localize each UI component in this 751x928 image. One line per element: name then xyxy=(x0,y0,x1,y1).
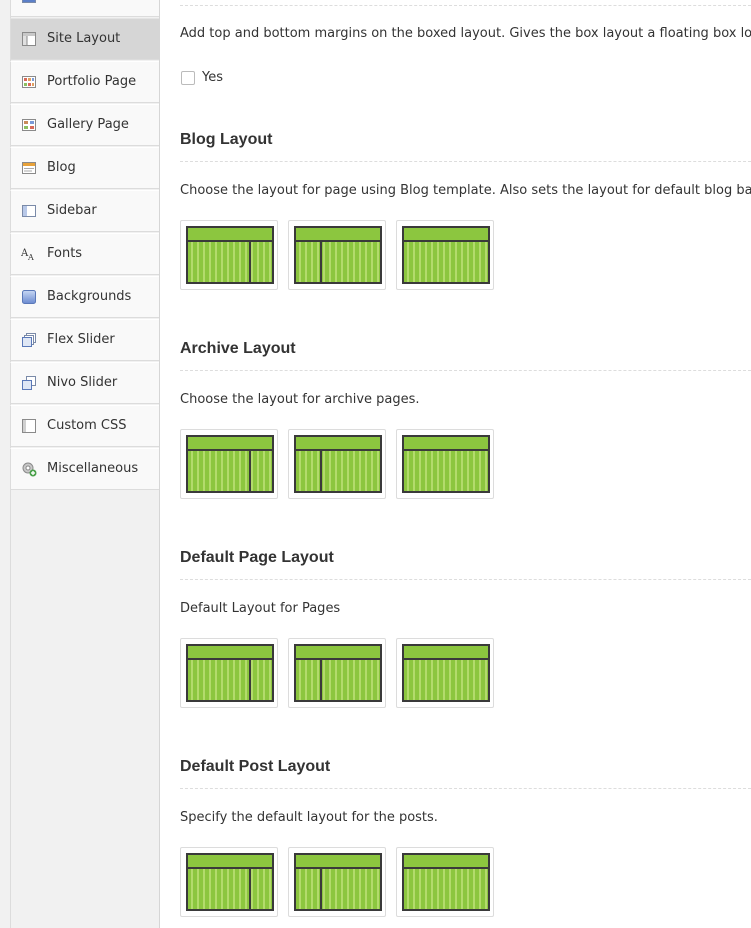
sidebar-item-label: Fonts xyxy=(47,246,83,261)
flex-slider-icon xyxy=(21,332,37,348)
sidebar-icon xyxy=(21,203,37,219)
layout-option-sidebar-left[interactable] xyxy=(288,429,386,499)
backgrounds-icon xyxy=(21,289,37,305)
sidebar-item-label: Nivo Slider xyxy=(47,375,118,390)
sidebar-item-site-layout[interactable]: Site Layout xyxy=(10,18,159,60)
site-layout-icon xyxy=(21,31,37,47)
sidebar-item-label: Flex Slider xyxy=(47,332,115,347)
archive-layout-title: Archive Layout xyxy=(180,340,296,357)
sidebar-item-label: Portfolio Page xyxy=(47,74,137,89)
sidebar-item-blog[interactable]: Blog xyxy=(10,147,159,189)
miscellaneous-icon xyxy=(21,461,37,477)
footer-icon xyxy=(21,0,37,4)
layout-option-full-width[interactable] xyxy=(396,638,494,708)
layout-option-sidebar-left[interactable] xyxy=(288,638,386,708)
divider xyxy=(180,579,751,580)
sidebar-item-gallery-page[interactable]: Gallery Page xyxy=(10,104,159,146)
boxed-margin-description: Add top and bottom margins on the boxed … xyxy=(180,26,751,41)
divider xyxy=(180,788,751,789)
layout-option-sidebar-left[interactable] xyxy=(288,847,386,917)
divider xyxy=(180,161,751,162)
divider xyxy=(180,5,751,6)
sidebar-item-flex-slider[interactable]: Flex Slider xyxy=(10,319,159,361)
sidebar-item-label: Backgrounds xyxy=(47,289,132,304)
blog-layout-options xyxy=(180,220,500,290)
custom-css-icon xyxy=(21,418,37,434)
blog-layout-description: Choose the layout for page using Blog te… xyxy=(180,183,751,198)
sidebar-item-backgrounds[interactable]: Backgrounds xyxy=(10,276,159,318)
default-post-layout-description: Specify the default layout for the posts… xyxy=(180,810,438,825)
nivo-slider-icon xyxy=(21,375,37,391)
default-post-layout-options xyxy=(180,847,500,917)
layout-option-sidebar-left[interactable] xyxy=(288,220,386,290)
blog-icon xyxy=(21,160,37,176)
archive-layout-options xyxy=(180,429,500,499)
sidebar-item-nivo-slider[interactable]: Nivo Slider xyxy=(10,362,159,404)
blog-layout-title: Blog Layout xyxy=(180,131,273,148)
sidebar-item-footer[interactable]: Footer xyxy=(10,0,159,17)
divider xyxy=(180,370,751,371)
sidebar-item-label: Blog xyxy=(47,160,76,175)
sidebar-item-label: Custom CSS xyxy=(47,418,127,433)
sidebar-item-label: Gallery Page xyxy=(47,117,129,132)
default-page-layout-title: Default Page Layout xyxy=(180,549,334,566)
sidebar-item-label: Miscellaneous xyxy=(47,461,139,476)
sidebar-item-custom-css[interactable]: Custom CSS xyxy=(10,405,159,447)
sidebar-item-label: Site Layout xyxy=(47,31,121,46)
layout-option-sidebar-right[interactable] xyxy=(180,638,278,708)
layout-option-full-width[interactable] xyxy=(396,847,494,917)
main-panel: Add top and bottom margins on the boxed … xyxy=(160,0,751,928)
fonts-icon: AA xyxy=(21,246,37,262)
layout-option-full-width[interactable] xyxy=(396,429,494,499)
sidebar-item-miscellaneous[interactable]: Miscellaneous xyxy=(10,448,159,490)
archive-layout-description: Choose the layout for archive pages. xyxy=(180,392,420,407)
svg-text:A: A xyxy=(27,253,34,262)
boxed-margin-checkbox[interactable] xyxy=(181,70,195,85)
layout-option-sidebar-right[interactable] xyxy=(180,847,278,917)
portfolio-icon xyxy=(21,74,37,90)
default-page-layout-description: Default Layout for Pages xyxy=(180,601,341,616)
layout-option-full-width[interactable] xyxy=(396,220,494,290)
sidebar-item-label: Footer xyxy=(47,0,88,4)
layout-option-sidebar-right[interactable] xyxy=(180,429,278,499)
boxed-margin-option[interactable]: Yes xyxy=(181,70,223,85)
default-post-layout-title: Default Post Layout xyxy=(180,758,331,775)
layout-option-sidebar-right[interactable] xyxy=(180,220,278,290)
default-page-layout-options xyxy=(180,638,500,708)
sidebar: Footer Site Layout Portfolio Page Gallery P… xyxy=(0,0,160,928)
sidebar-item-label: Sidebar xyxy=(47,203,97,218)
gallery-icon xyxy=(21,117,37,133)
sidebar-item-sidebar[interactable]: Sidebar xyxy=(10,190,159,232)
sidebar-item-fonts[interactable]: A A Fonts xyxy=(10,233,159,275)
sidebar-item-portfolio-page[interactable]: Portfolio Page xyxy=(10,61,159,103)
boxed-margin-checkbox-label[interactable]: Yes xyxy=(202,70,223,85)
